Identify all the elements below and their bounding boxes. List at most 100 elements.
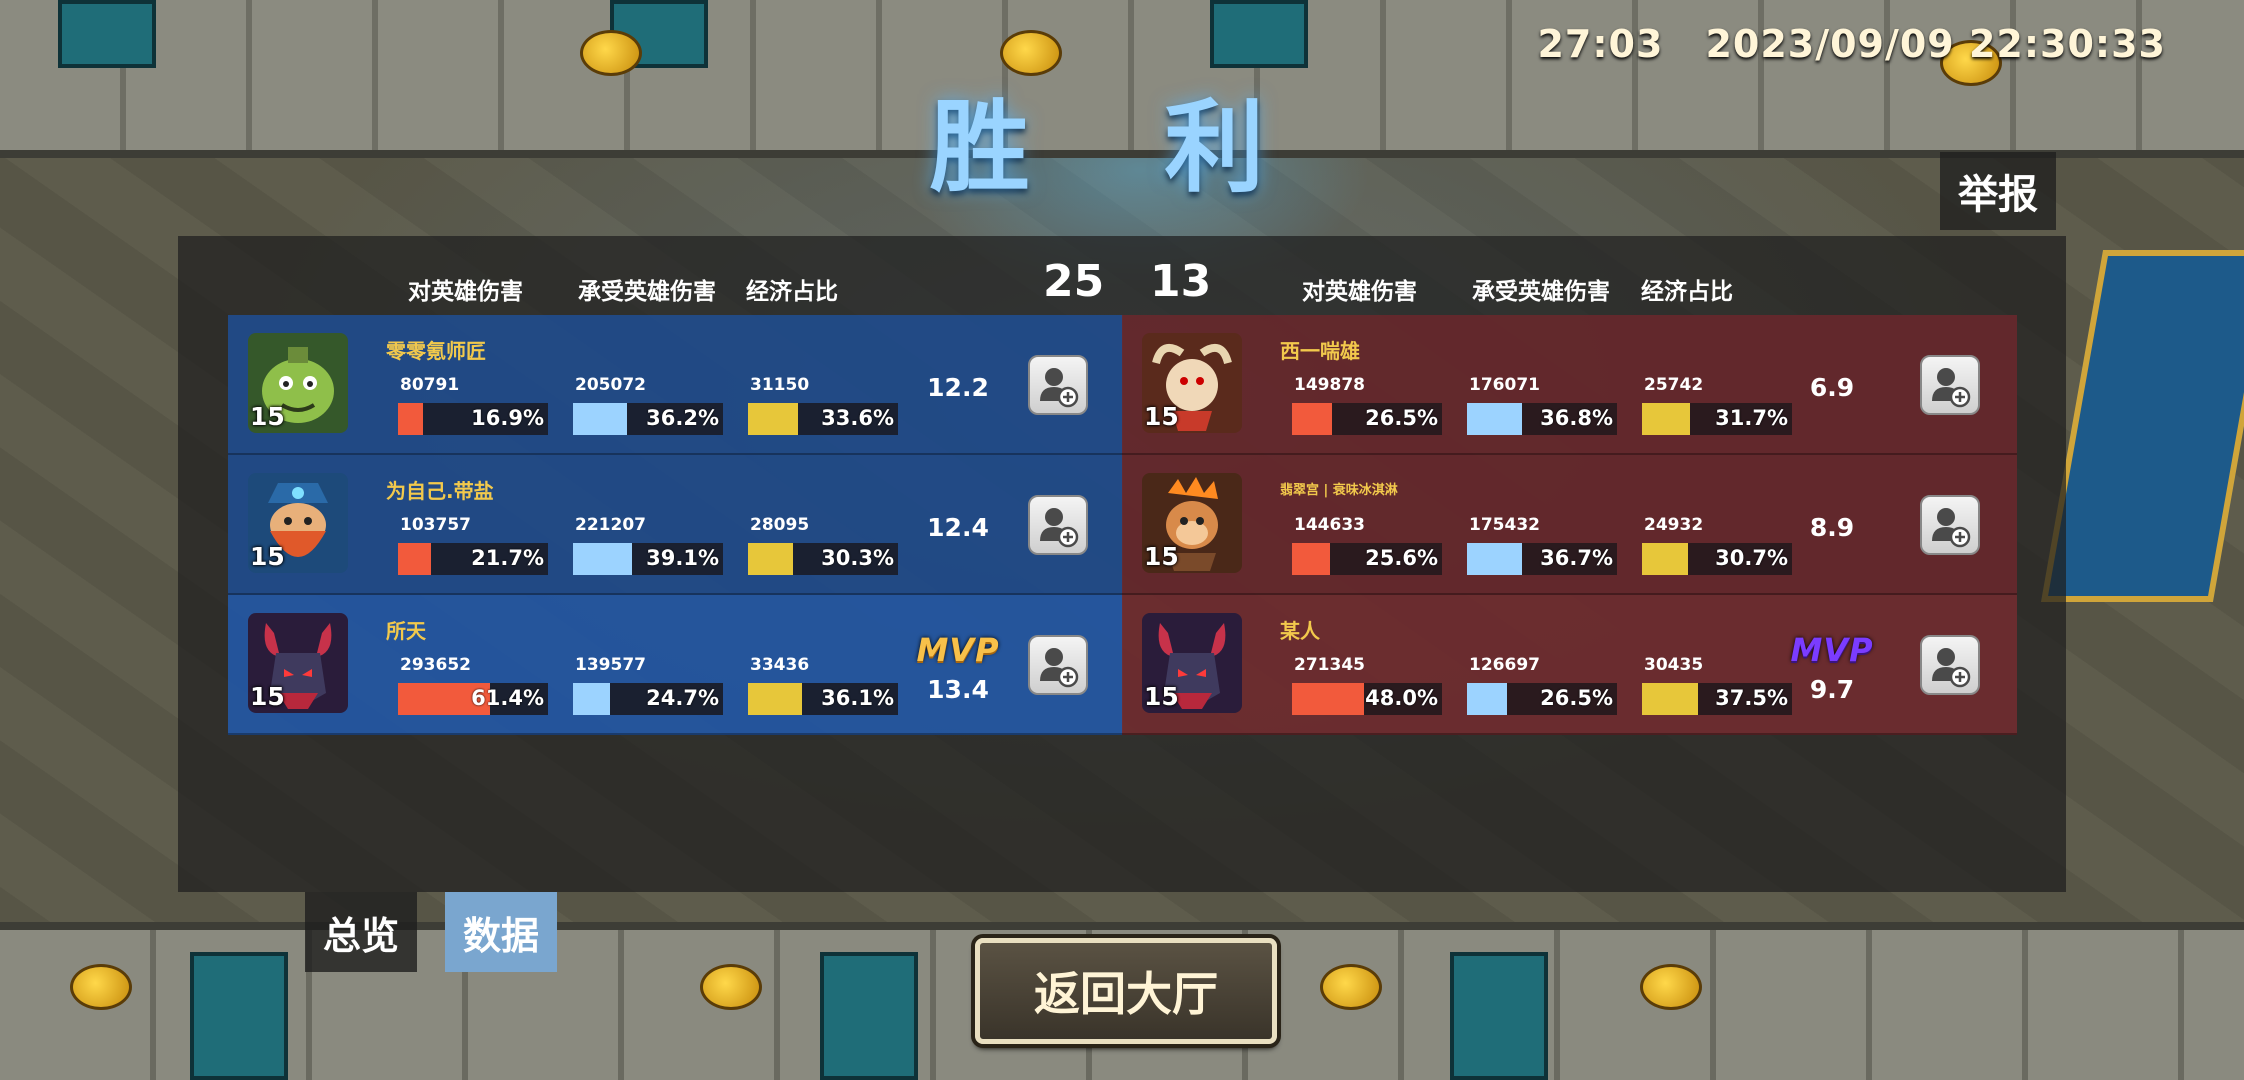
tab-overview[interactable]: 总览 [305, 892, 417, 972]
add-friend-button[interactable] [1028, 495, 1088, 555]
right-team-score: 13 [1150, 256, 1212, 307]
wall-banner [190, 952, 288, 1080]
economy-bar: 36.1% [748, 683, 898, 715]
damage-percent: 21.7% [471, 546, 544, 570]
right-team-table: 15 西一喘雄 149878 26.5% 176071 36.8% 25742 [1122, 315, 2017, 735]
damage-bar-fill [1292, 683, 1364, 715]
wall-banner [1210, 0, 1308, 68]
hero-portrait[interactable]: 15 [248, 613, 348, 713]
add-friend-button[interactable] [1920, 355, 1980, 415]
taken-percent: 36.7% [1540, 546, 1613, 570]
economy-bar: 30.3% [748, 543, 898, 575]
right-col-economy-header: 经济占比 [1641, 279, 1733, 305]
player-rating: 8.9 [1809, 513, 1855, 542]
hero-portrait[interactable]: 15 [248, 333, 348, 433]
damage-bar: 21.7% [398, 543, 548, 575]
economy-stat: 28095 30.3% [748, 515, 898, 575]
left-col-damage-header: 对英雄伤害 [408, 279, 523, 305]
player-row: 15 某人 271345 48.0% 126697 26.5% 30435 37… [1122, 595, 2017, 735]
taken-value: 139577 [575, 655, 646, 675]
left-team-table: 15 零零氪师匠 80791 16.9% 205072 36.2% 31150 [228, 315, 1123, 735]
add-friend-icon [1932, 648, 1971, 688]
economy-percent: 33.6% [821, 406, 894, 430]
hero-portrait[interactable]: 15 [248, 473, 348, 573]
taken-percent: 36.2% [646, 406, 719, 430]
hero-portrait[interactable]: 15 [1142, 473, 1242, 573]
economy-bar: 37.5% [1642, 683, 1792, 715]
damage-bar-fill [1292, 543, 1331, 575]
economy-value: 31150 [750, 375, 810, 395]
damage-value: 149878 [1294, 375, 1365, 395]
economy-value: 28095 [750, 515, 810, 535]
left-team-score: 25 [1043, 256, 1105, 307]
economy-bar: 33.6% [748, 403, 898, 435]
player-name: 西一喘雄 [1280, 339, 1360, 363]
damage-value: 80791 [400, 375, 460, 395]
wall-lamp [70, 964, 132, 1010]
time-display: 27:03 2023/09/09 22:30:33 [1537, 22, 2166, 66]
player-name: 零零氪师匠 [386, 339, 486, 363]
taken-value: 176071 [1469, 375, 1540, 395]
economy-stat: 30435 37.5% [1642, 655, 1792, 715]
victory-title: 胜 利 [929, 89, 1315, 206]
add-friend-icon [1932, 508, 1971, 548]
damage-bar-fill [398, 543, 431, 575]
economy-stat: 33436 36.1% [748, 655, 898, 715]
return-lobby-button[interactable]: 返回大厅 [975, 938, 1277, 1044]
add-friend-button[interactable] [1028, 635, 1088, 695]
taken-bar: 36.8% [1467, 403, 1617, 435]
player-rating: 13.4 [927, 675, 989, 704]
economy-value: 33436 [750, 655, 810, 675]
economy-stat: 25742 31.7% [1642, 375, 1792, 435]
economy-bar: 30.7% [1642, 543, 1792, 575]
taken-bar: 24.7% [573, 683, 723, 715]
economy-bar-fill [1642, 683, 1699, 715]
player-row: 15 所天 293652 61.4% 139577 24.7% 33436 36… [228, 595, 1123, 735]
taken-value: 126697 [1469, 655, 1540, 675]
add-friend-button[interactable] [1028, 355, 1088, 415]
economy-percent: 30.3% [821, 546, 894, 570]
economy-stat: 31150 33.6% [748, 375, 898, 435]
damage-stat: 80791 16.9% [398, 375, 548, 435]
game-duration: 27:03 [1537, 22, 1664, 66]
hero-portrait[interactable]: 15 [1142, 333, 1242, 433]
economy-bar-fill [1642, 403, 1690, 435]
taken-stat: 139577 24.7% [573, 655, 723, 715]
hero-portrait[interactable]: 15 [1142, 613, 1242, 713]
taken-stat: 126697 26.5% [1467, 655, 1617, 715]
player-row: 15 为自己.带盐 103757 21.7% 221207 39.1% 2809… [228, 455, 1123, 595]
player-name: 为自己.带盐 [386, 479, 494, 503]
economy-bar-fill [748, 543, 794, 575]
taken-stat: 175432 36.7% [1467, 515, 1617, 575]
damage-value: 293652 [400, 655, 471, 675]
player-row: 15 零零氪师匠 80791 16.9% 205072 36.2% 31150 [228, 315, 1123, 455]
taken-bar-fill [573, 543, 632, 575]
taken-bar: 36.7% [1467, 543, 1617, 575]
taken-bar: 36.2% [573, 403, 723, 435]
add-friend-icon [1040, 648, 1079, 688]
economy-stat: 24932 30.7% [1642, 515, 1792, 575]
player-row: 15 翡翠宫 | 衰味冰淇淋 144633 25.6% 175432 36.7%… [1122, 455, 2017, 595]
player-rating: 9.7 [1809, 675, 1855, 704]
add-friend-icon [1932, 368, 1971, 408]
damage-bar: 16.9% [398, 403, 548, 435]
taken-bar-fill [1467, 403, 1523, 435]
player-name: 翡翠宫 | 衰味冰淇淋 [1280, 483, 1398, 498]
taken-percent: 24.7% [646, 686, 719, 710]
damage-percent: 26.5% [1365, 406, 1438, 430]
wall-lamp [1320, 964, 1382, 1010]
wall-lamp [700, 964, 762, 1010]
add-friend-button[interactable] [1920, 495, 1980, 555]
add-friend-button[interactable] [1920, 635, 1980, 695]
wall-banner [58, 0, 156, 68]
taken-bar-fill [1467, 543, 1523, 575]
report-button[interactable]: 举报 [1940, 152, 2056, 230]
match-datetime: 2023/09/09 22:30:33 [1705, 22, 2166, 66]
taken-value: 221207 [575, 515, 646, 535]
damage-value: 271345 [1294, 655, 1365, 675]
damage-bar-fill [398, 403, 424, 435]
tab-data[interactable]: 数据 [445, 892, 557, 972]
economy-value: 24932 [1644, 515, 1704, 535]
player-rating: 12.4 [927, 513, 989, 542]
taken-percent: 39.1% [646, 546, 719, 570]
